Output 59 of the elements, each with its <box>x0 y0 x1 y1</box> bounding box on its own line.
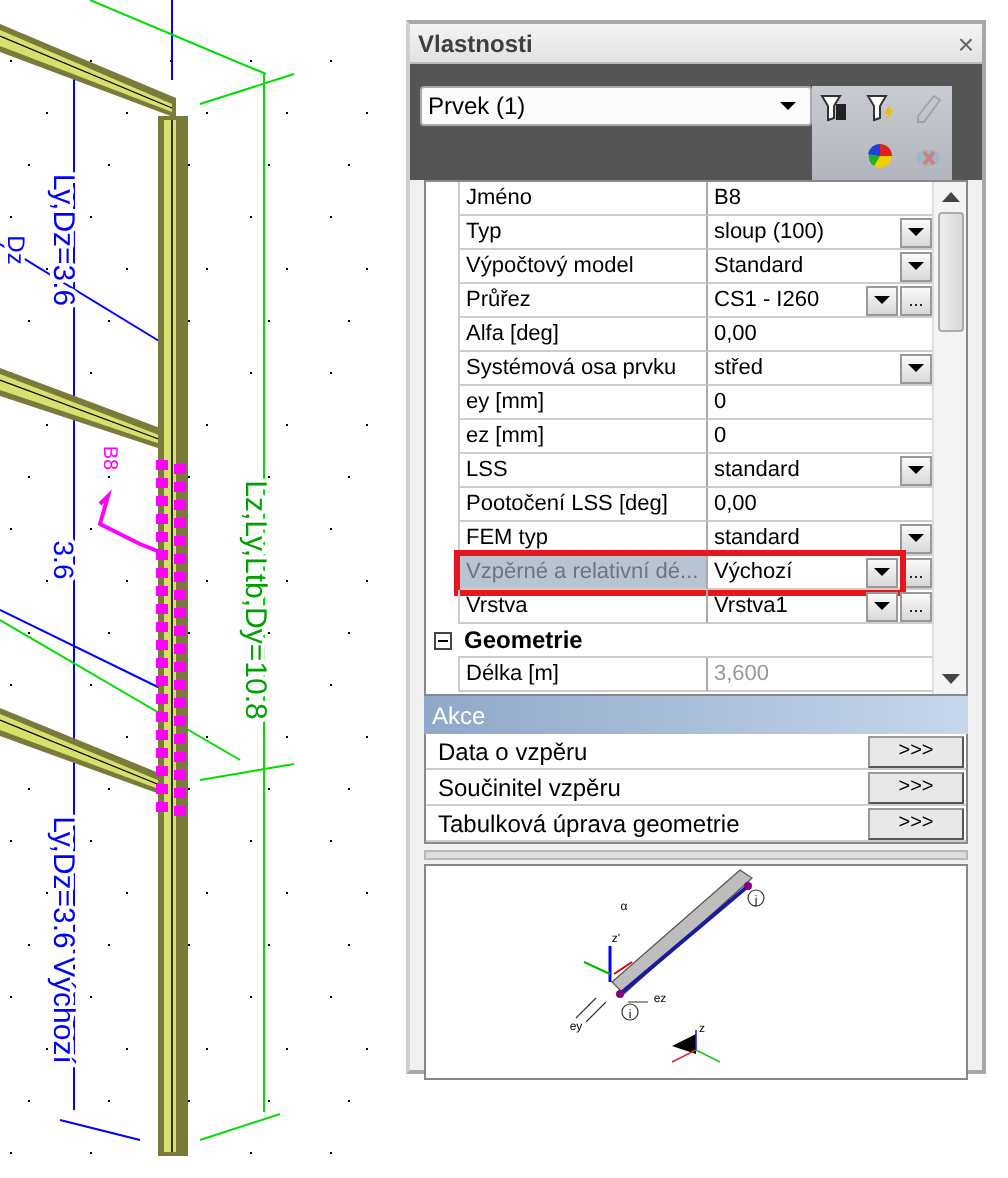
property-name[interactable]: Vrstva <box>458 590 708 624</box>
action-label: Data o vzpěru <box>436 737 590 765</box>
property-name[interactable]: Alfa [deg] <box>458 318 708 352</box>
scroll-down-icon[interactable] <box>941 674 959 684</box>
filter-icon[interactable] <box>820 94 851 125</box>
dimension-label: 3.6 <box>48 540 80 580</box>
property-value[interactable]: Standard <box>714 254 900 278</box>
scrollbar-thumb[interactable] <box>937 212 963 332</box>
property-name[interactable]: ey [mm] <box>458 386 708 420</box>
property-value[interactable]: Výchozí <box>714 560 866 584</box>
property-name[interactable]: Pootočení LSS [deg] <box>458 488 708 522</box>
dropdown-button[interactable] <box>866 591 898 621</box>
dropdown-button[interactable] <box>866 285 898 315</box>
dropdown-button[interactable] <box>866 557 898 587</box>
dropdown-button[interactable] <box>900 455 932 485</box>
property-name[interactable]: Výpočtový model <box>458 250 708 284</box>
browse-button[interactable]: ... <box>900 285 932 315</box>
property-value[interactable]: 0,00 <box>714 322 932 346</box>
property-value[interactable]: 0 <box>714 390 932 414</box>
property-value[interactable]: střed <box>714 356 900 380</box>
object-selector[interactable]: Prvek (1) <box>420 86 812 126</box>
scroll-up-icon[interactable] <box>941 192 959 202</box>
filter-icon[interactable] <box>866 94 897 125</box>
property-name[interactable]: Jméno <box>458 182 708 216</box>
dimension-label: Dz <box>2 235 30 265</box>
property-name[interactable]: Průřez <box>458 284 708 318</box>
collapse-toggle[interactable] <box>433 632 451 650</box>
action-label: Součinitel vzpěru <box>436 773 623 801</box>
dropdown-button[interactable] <box>900 251 932 281</box>
property-name[interactable]: ez [mm] <box>458 420 708 454</box>
property-value[interactable]: B8 <box>714 186 932 210</box>
action-button[interactable]: >>> <box>868 807 964 839</box>
property-value[interactable]: 0 <box>714 424 932 448</box>
property-value[interactable]: sloup (100) <box>714 220 900 244</box>
close-button[interactable]: × <box>957 27 974 59</box>
property-value[interactable]: CS1 - I260 <box>714 288 866 312</box>
dropdown-button[interactable] <box>900 523 932 553</box>
browse-button[interactable]: ... <box>900 591 932 621</box>
action-button[interactable]: >>> <box>868 771 964 803</box>
action-label: Tabulková úprava geometrie <box>436 809 742 837</box>
property-name[interactable]: Délka [m] <box>458 658 708 692</box>
property-value[interactable]: standard <box>714 526 900 550</box>
dropdown-button[interactable] <box>900 353 932 383</box>
group-heading: Geometrie <box>464 626 583 654</box>
property-value[interactable]: Vrstva1 <box>714 594 866 618</box>
dimension-label: B8 <box>98 445 120 471</box>
section-header: Akce <box>432 701 486 729</box>
property-value[interactable]: standard <box>714 458 900 482</box>
dimension-label: Lz,Ly,Ltb,Dy=10.8 <box>238 480 272 720</box>
property-value[interactable]: 0,00 <box>714 492 932 516</box>
dimension-label: Ly,Dz=3.6 Výchozí <box>46 816 80 1064</box>
property-name[interactable]: Systémová osa prvku <box>458 352 708 386</box>
pie-chart-icon[interactable] <box>866 141 897 172</box>
dropdown-button[interactable] <box>900 217 932 247</box>
action-button[interactable]: >>> <box>868 735 964 767</box>
property-name[interactable]: LSS <box>458 454 708 488</box>
dimension-label: Ly,Dz=3.6 <box>46 173 80 307</box>
property-name[interactable]: Typ <box>458 216 708 250</box>
panel-title: Vlastnosti <box>418 29 533 57</box>
